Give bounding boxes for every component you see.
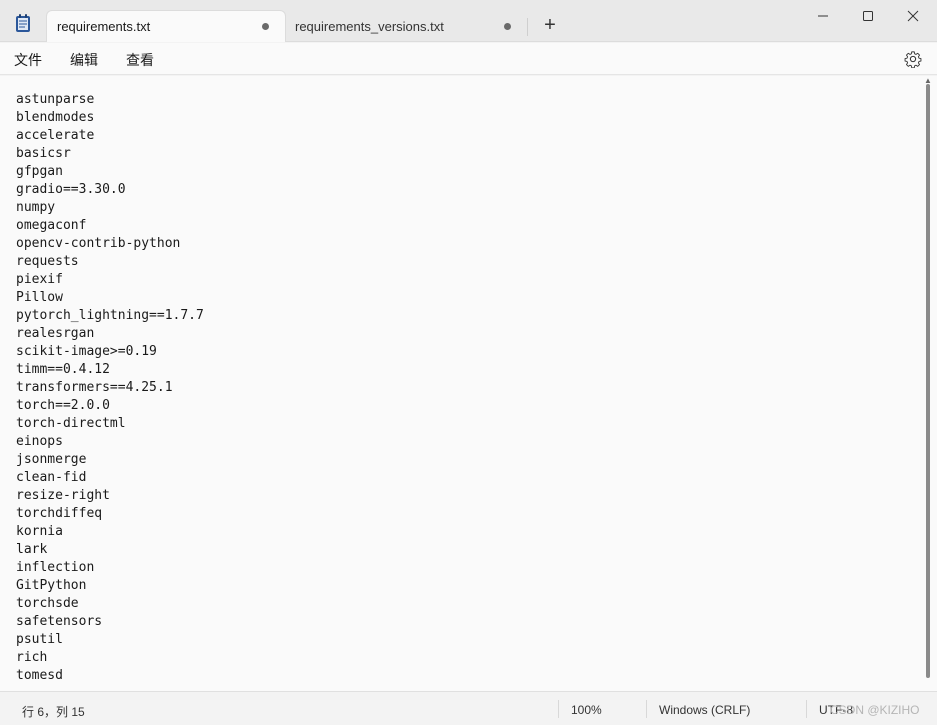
text-line[interactable]: resize-right (16, 487, 204, 505)
text-line[interactable]: gradio==3.30.0 (16, 181, 204, 199)
text-line[interactable]: accelerate (16, 127, 204, 145)
text-line[interactable]: astunparse (16, 91, 204, 109)
tab-label: requirements.txt (57, 19, 151, 34)
text-line[interactable]: gfpgan (16, 163, 204, 181)
text-line[interactable]: Pillow (16, 289, 204, 307)
text-line[interactable]: realesrgan (16, 325, 204, 343)
menu-view[interactable]: 查看 (126, 50, 154, 70)
text-line[interactable]: torch-directml (16, 415, 204, 433)
maximize-button[interactable] (845, 0, 891, 32)
text-line[interactable]: einops (16, 433, 204, 451)
menu-file[interactable]: 文件 (14, 50, 42, 70)
tab-requirements[interactable]: requirements.txt (46, 10, 286, 42)
text-line[interactable]: psutil (16, 631, 204, 649)
unsaved-dot-icon[interactable] (262, 23, 269, 30)
tab-label: requirements_versions.txt (295, 18, 444, 34)
editor-content[interactable]: astunparse blendmodes accelerate basicsr gfp… (16, 91, 204, 685)
status-divider (806, 700, 807, 718)
text-line[interactable]: torchdiffeq (16, 505, 204, 523)
watermark-text: CSDN @KIZIHO (830, 703, 920, 717)
text-line[interactable]: timm==0.4.12 (16, 361, 204, 379)
menu-bar: 文件 编辑 查看 (0, 43, 937, 75)
text-editor[interactable]: astunparse blendmodes accelerate basicsr gfp… (0, 76, 937, 691)
line-ending[interactable]: Windows (CRLF) (659, 703, 750, 717)
cursor-position: 行 6，列 15 (22, 705, 85, 719)
maximize-icon (863, 11, 873, 21)
status-divider (558, 700, 559, 718)
text-line[interactable]: piexif (16, 271, 204, 289)
minimize-button[interactable] (800, 0, 846, 32)
status-divider (646, 700, 647, 718)
gear-icon[interactable] (904, 50, 922, 68)
text-line[interactable]: pytorch_lightning==1.7.7 (16, 307, 204, 325)
unsaved-dot-icon[interactable] (504, 22, 511, 30)
close-button[interactable] (890, 0, 936, 32)
status-bar: 行 6，列 15 100% Windows (CRLF) UTF-8 CSDN … (0, 691, 937, 725)
text-line[interactable]: tomesd (16, 667, 204, 685)
vertical-scrollbar[interactable] (926, 84, 930, 678)
new-tab-button[interactable]: + (538, 14, 562, 38)
text-line[interactable]: lark (16, 541, 204, 559)
text-line[interactable]: safetensors (16, 613, 204, 631)
scroll-up-arrow-icon[interactable]: ▲ (923, 76, 933, 85)
text-line[interactable]: transformers==4.25.1 (16, 379, 204, 397)
menu-edit[interactable]: 编辑 (70, 50, 98, 70)
close-icon (907, 10, 919, 22)
text-line[interactable]: requests (16, 253, 204, 271)
text-line[interactable]: scikit-image>=0.19 (16, 343, 204, 361)
text-line[interactable]: opencv-contrib-python (16, 235, 204, 253)
tab-requirements-versions[interactable]: requirements_versions.txt (287, 10, 527, 42)
zoom-level[interactable]: 100% (571, 703, 602, 717)
text-line[interactable]: inflection (16, 559, 204, 577)
text-line[interactable]: omegaconf (16, 217, 204, 235)
text-line[interactable]: kornia (16, 523, 204, 541)
text-line[interactable]: torch==2.0.0 (16, 397, 204, 415)
text-line[interactable]: blendmodes (16, 109, 204, 127)
text-line[interactable]: basicsr (16, 145, 204, 163)
text-line[interactable]: jsonmerge (16, 451, 204, 469)
text-line[interactable]: torchsde (16, 595, 204, 613)
text-line[interactable]: GitPython (16, 577, 204, 595)
text-line[interactable]: numpy (16, 199, 204, 217)
tab-divider (527, 18, 528, 36)
notepad-app-icon (16, 14, 30, 32)
text-line[interactable]: rich (16, 649, 204, 667)
text-line[interactable]: clean-fid (16, 469, 204, 487)
title-bar: requirements.txt requirements_versions.t… (0, 0, 937, 42)
minimize-icon (818, 15, 828, 17)
